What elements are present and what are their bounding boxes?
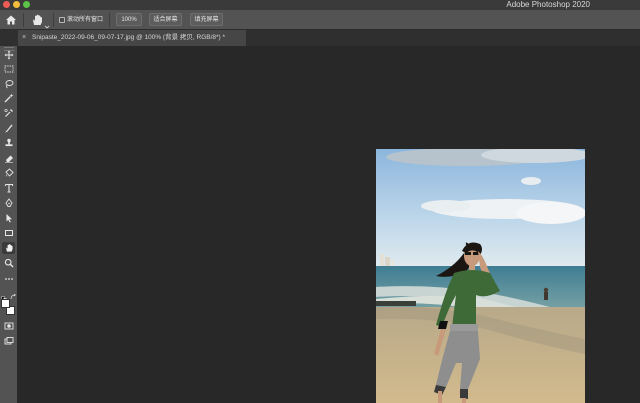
- eraser-icon: [4, 155, 13, 163]
- zoom-100-button[interactable]: 100%: [116, 13, 142, 26]
- screen-mode-button[interactable]: [2, 335, 15, 347]
- separator: [23, 13, 24, 27]
- arrow-icon: [6, 214, 12, 223]
- zoom-tool[interactable]: [2, 257, 15, 269]
- title-bar: Adobe Photoshop 2020: [0, 0, 640, 10]
- fit-screen-button[interactable]: 适合屏幕: [149, 13, 182, 26]
- scroll-all-windows-label: 滚动所有窗口: [67, 17, 104, 23]
- move-icon: [4, 50, 13, 60]
- pen-icon: [4, 198, 13, 207]
- stamp-icon: [5, 138, 12, 147]
- close-icon[interactable]: ×: [22, 30, 26, 46]
- document-image[interactable]: [376, 149, 585, 403]
- swap-colors-icon[interactable]: [10, 288, 17, 300]
- stamp-tool[interactable]: [2, 137, 15, 149]
- marquee-icon: [4, 65, 13, 73]
- separator: [53, 13, 54, 27]
- hand-icon: [5, 244, 13, 252]
- select-tool[interactable]: [2, 212, 15, 224]
- close-window-button[interactable]: [3, 1, 10, 8]
- app-title: Adobe Photoshop 2020: [506, 0, 590, 9]
- lasso-tool[interactable]: [2, 78, 15, 90]
- chevron-down-icon[interactable]: [44, 17, 50, 29]
- bucket-tool[interactable]: [2, 167, 15, 179]
- scroll-all-windows-checkbox[interactable]: [59, 17, 65, 23]
- document-tab[interactable]: × Snipaste_2022-09-06_09-07-17.jpg @ 100…: [18, 30, 246, 46]
- fill-screen-button[interactable]: 填充屏幕: [190, 13, 223, 26]
- rectangle-icon: [4, 230, 13, 236]
- foreground-color-swatch[interactable]: [1, 299, 10, 308]
- beach-photo: [376, 149, 585, 403]
- zoom-window-button[interactable]: [23, 1, 30, 8]
- default-colors-icon[interactable]: [1, 289, 7, 302]
- bucket-icon: [4, 168, 14, 177]
- quick-mask-icon: [4, 322, 13, 330]
- separator: [109, 13, 110, 27]
- brush-icon: [4, 124, 12, 133]
- type-icon: [4, 183, 13, 193]
- marquee-tool[interactable]: [2, 63, 15, 75]
- pen-tool[interactable]: [2, 197, 15, 209]
- eyedropper-icon: [3, 108, 13, 117]
- more-tools[interactable]: [2, 273, 15, 285]
- brush-tool[interactable]: [2, 122, 15, 134]
- tools-panel: [0, 46, 18, 403]
- eraser-tool[interactable]: [2, 152, 15, 164]
- move-tool[interactable]: [2, 49, 15, 61]
- hand-tool[interactable]: [2, 242, 15, 254]
- lasso-icon: [5, 80, 13, 89]
- home-icon[interactable]: [4, 13, 18, 27]
- screen-mode-icon: [4, 337, 13, 345]
- quick-select-tool[interactable]: [2, 92, 15, 104]
- magic-wand-icon: [4, 93, 13, 103]
- type-tool[interactable]: [2, 182, 15, 194]
- quick-mask-button[interactable]: [2, 320, 15, 332]
- options-bar: 滚动所有窗口 100% 适合屏幕 填充屏幕: [0, 10, 640, 30]
- minimize-window-button[interactable]: [13, 1, 20, 8]
- document-tab-title: Snipaste_2022-09-06_09-07-17.jpg @ 100% …: [32, 34, 226, 41]
- shape-tool[interactable]: [2, 227, 15, 239]
- hand-icon[interactable]: [30, 13, 44, 27]
- zoom-icon: [4, 258, 13, 268]
- document-tab-bar: × Snipaste_2022-09-06_09-07-17.jpg @ 100…: [0, 30, 640, 46]
- more-icon: [4, 278, 13, 280]
- crop-tool[interactable]: [2, 107, 15, 119]
